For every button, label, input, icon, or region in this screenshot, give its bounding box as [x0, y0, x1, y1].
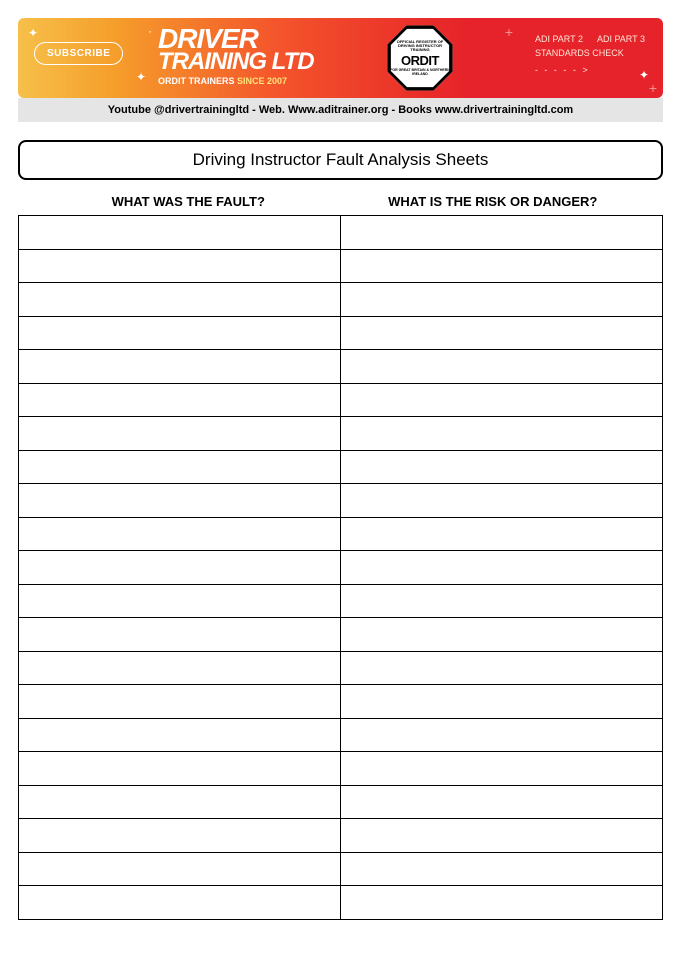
fault-cell[interactable]	[19, 886, 341, 920]
risk-cell[interactable]	[341, 819, 663, 853]
table-row	[19, 718, 663, 752]
risk-cell[interactable]	[341, 551, 663, 585]
columns-header: WHAT WAS THE FAULT? WHAT IS THE RISK OR …	[18, 194, 663, 209]
fault-cell[interactable]	[19, 852, 341, 886]
fault-cell[interactable]	[19, 484, 341, 518]
table-row	[19, 886, 663, 920]
document-page: ✦ ✦ · ✦ + + SUBSCRIBE DRIVER TRAINING LT…	[0, 0, 681, 953]
plus-icon: +	[505, 24, 513, 40]
fault-cell[interactable]	[19, 450, 341, 484]
sparkle-icon: ✦	[136, 70, 146, 84]
fault-cell[interactable]	[19, 651, 341, 685]
risk-cell[interactable]	[341, 685, 663, 719]
info-bar: Youtube @drivertrainingltd - Web. Www.ad…	[18, 98, 663, 122]
sparkle-icon: ✦	[28, 26, 38, 40]
risk-cell[interactable]	[341, 350, 663, 384]
fault-cell[interactable]	[19, 752, 341, 786]
banner-right-links: ADI PART 2 ADI PART 3 STANDARDS CHECK - …	[535, 32, 645, 77]
fault-cell[interactable]	[19, 216, 341, 250]
brand-line2: TRAINING LTD	[158, 51, 314, 73]
table-row	[19, 618, 663, 652]
fault-cell[interactable]	[19, 551, 341, 585]
fault-cell[interactable]	[19, 819, 341, 853]
column-header-risk: WHAT IS THE RISK OR DANGER?	[341, 194, 646, 209]
table-row	[19, 551, 663, 585]
table-row	[19, 383, 663, 417]
risk-cell[interactable]	[341, 752, 663, 786]
link-standards-check[interactable]: STANDARDS CHECK	[535, 46, 645, 60]
risk-cell[interactable]	[341, 283, 663, 317]
table-row	[19, 819, 663, 853]
header-banner: ✦ ✦ · ✦ + + SUBSCRIBE DRIVER TRAINING LT…	[18, 18, 663, 98]
risk-cell[interactable]	[341, 316, 663, 350]
risk-cell[interactable]	[341, 852, 663, 886]
table-row	[19, 249, 663, 283]
table-row	[19, 216, 663, 250]
fault-cell[interactable]	[19, 283, 341, 317]
risk-cell[interactable]	[341, 651, 663, 685]
fault-cell[interactable]	[19, 718, 341, 752]
tagline-year: 2007	[267, 76, 287, 86]
ordit-badge: OFFICIAL REGISTER OF DRIVING INSTRUCTOR …	[386, 24, 454, 92]
sparkle-icon: ·	[148, 24, 152, 38]
table-row	[19, 350, 663, 384]
table-row	[19, 450, 663, 484]
table-row	[19, 685, 663, 719]
risk-cell[interactable]	[341, 618, 663, 652]
table-row	[19, 584, 663, 618]
risk-cell[interactable]	[341, 249, 663, 283]
fault-cell[interactable]	[19, 383, 341, 417]
subscribe-button[interactable]: SUBSCRIBE	[34, 42, 123, 65]
ordit-main-text: ORDIT	[401, 53, 439, 68]
tagline-since: SINCE	[237, 76, 267, 86]
risk-cell[interactable]	[341, 450, 663, 484]
fault-cell[interactable]	[19, 785, 341, 819]
fault-cell[interactable]	[19, 350, 341, 384]
fault-analysis-table	[18, 215, 663, 920]
column-header-fault: WHAT WAS THE FAULT?	[36, 194, 341, 209]
fault-cell[interactable]	[19, 316, 341, 350]
table-row	[19, 283, 663, 317]
fault-cell[interactable]	[19, 517, 341, 551]
risk-cell[interactable]	[341, 886, 663, 920]
table-row	[19, 517, 663, 551]
risk-cell[interactable]	[341, 484, 663, 518]
arrow-icon: - - - - - >	[535, 63, 645, 77]
tagline-prefix: ORDIT TRAINERS	[158, 76, 237, 86]
link-adi-part-2[interactable]: ADI PART 2	[535, 32, 583, 46]
link-adi-part-3[interactable]: ADI PART 3	[597, 32, 645, 46]
ordit-top-text: OFFICIAL REGISTER OF DRIVING INSTRUCTOR …	[389, 40, 451, 53]
fault-cell[interactable]	[19, 417, 341, 451]
risk-cell[interactable]	[341, 718, 663, 752]
table-row	[19, 417, 663, 451]
page-title: Driving Instructor Fault Analysis Sheets	[18, 140, 663, 180]
risk-cell[interactable]	[341, 383, 663, 417]
table-row	[19, 785, 663, 819]
risk-cell[interactable]	[341, 216, 663, 250]
risk-cell[interactable]	[341, 785, 663, 819]
plus-icon: +	[649, 80, 657, 96]
risk-cell[interactable]	[341, 517, 663, 551]
risk-cell[interactable]	[341, 584, 663, 618]
table-row	[19, 316, 663, 350]
table-row	[19, 852, 663, 886]
fault-cell[interactable]	[19, 685, 341, 719]
table-row	[19, 752, 663, 786]
table-row	[19, 651, 663, 685]
ordit-bottom-text: FOR GREAT BRITAIN & NORTHERN IRELAND	[389, 69, 451, 77]
brand-logo-text: DRIVER TRAINING LTD ORDIT TRAINERS SINCE…	[158, 26, 314, 85]
fault-cell[interactable]	[19, 584, 341, 618]
fault-cell[interactable]	[19, 249, 341, 283]
risk-cell[interactable]	[341, 417, 663, 451]
fault-cell[interactable]	[19, 618, 341, 652]
table-row	[19, 484, 663, 518]
brand-tagline: ORDIT TRAINERS SINCE 2007	[158, 77, 314, 85]
